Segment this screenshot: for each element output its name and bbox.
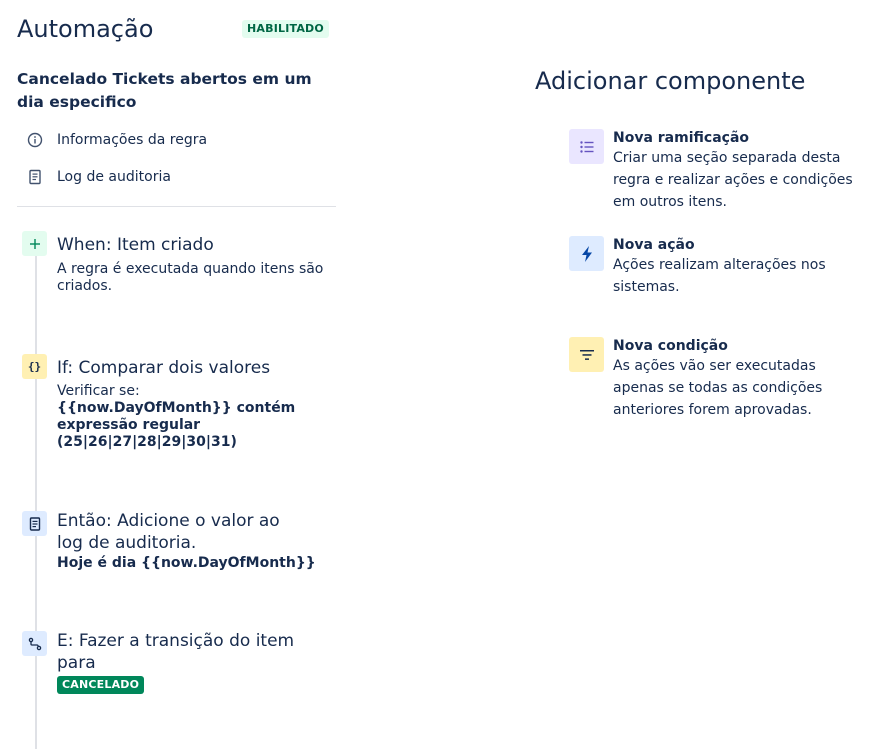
- document-icon: [25, 167, 45, 187]
- condition-title[interactable]: If: Comparar dois valores: [57, 357, 317, 379]
- branch-list-icon[interactable]: [569, 129, 604, 164]
- timeline-line: [35, 242, 37, 749]
- transition-icon[interactable]: [22, 631, 47, 656]
- new-condition-description: As ações vão ser executadas apenas se to…: [613, 358, 823, 418]
- new-branch-button[interactable]: Nova ramificação: [613, 130, 749, 146]
- status-lozenge: CANCELADO: [57, 676, 145, 694]
- new-branch-description: Criar uma seção separada desta regra e r…: [613, 150, 853, 210]
- new-condition-button[interactable]: Nova condição: [613, 338, 728, 354]
- info-icon: [25, 130, 45, 150]
- nav-item-audit-log[interactable]: Log de auditoria: [25, 166, 171, 188]
- document-icon[interactable]: [22, 511, 47, 536]
- page-title: Automação: [17, 15, 154, 43]
- new-action-description: Ações realizam alterações nos sistemas.: [613, 257, 826, 295]
- action-log-title[interactable]: Então: Adicione o valor ao log de audito…: [57, 510, 302, 554]
- action-log-detail: Hoje é dia {{now.DayOfMonth}}: [57, 555, 316, 571]
- nav-item-rule-info[interactable]: Informações da regra: [25, 129, 207, 151]
- add-component-title: Adicionar componente: [535, 67, 806, 95]
- status-badge: HABILITADO: [242, 20, 329, 38]
- plus-icon[interactable]: [22, 231, 47, 256]
- filter-icon[interactable]: [569, 337, 604, 372]
- nav-item-label: Log de auditoria: [57, 169, 171, 185]
- condition-detail: {{now.DayOfMonth}} contém expressão regu…: [57, 400, 296, 450]
- trigger-title[interactable]: When: Item criado: [57, 234, 317, 256]
- condition-prefix: Verificar se:: [57, 383, 140, 399]
- trigger-description: A regra é executada quando itens são cri…: [57, 261, 324, 294]
- divider: [17, 206, 336, 207]
- new-action-button[interactable]: Nova ação: [613, 237, 695, 253]
- nav-item-label: Informações da regra: [57, 132, 208, 148]
- braces-icon[interactable]: {}: [22, 354, 47, 379]
- lightning-icon[interactable]: [569, 236, 604, 271]
- transition-title[interactable]: E: Fazer a transição do item para: [57, 630, 297, 674]
- rule-name: Cancelado Tickets abertos em um dia espe…: [17, 70, 312, 111]
